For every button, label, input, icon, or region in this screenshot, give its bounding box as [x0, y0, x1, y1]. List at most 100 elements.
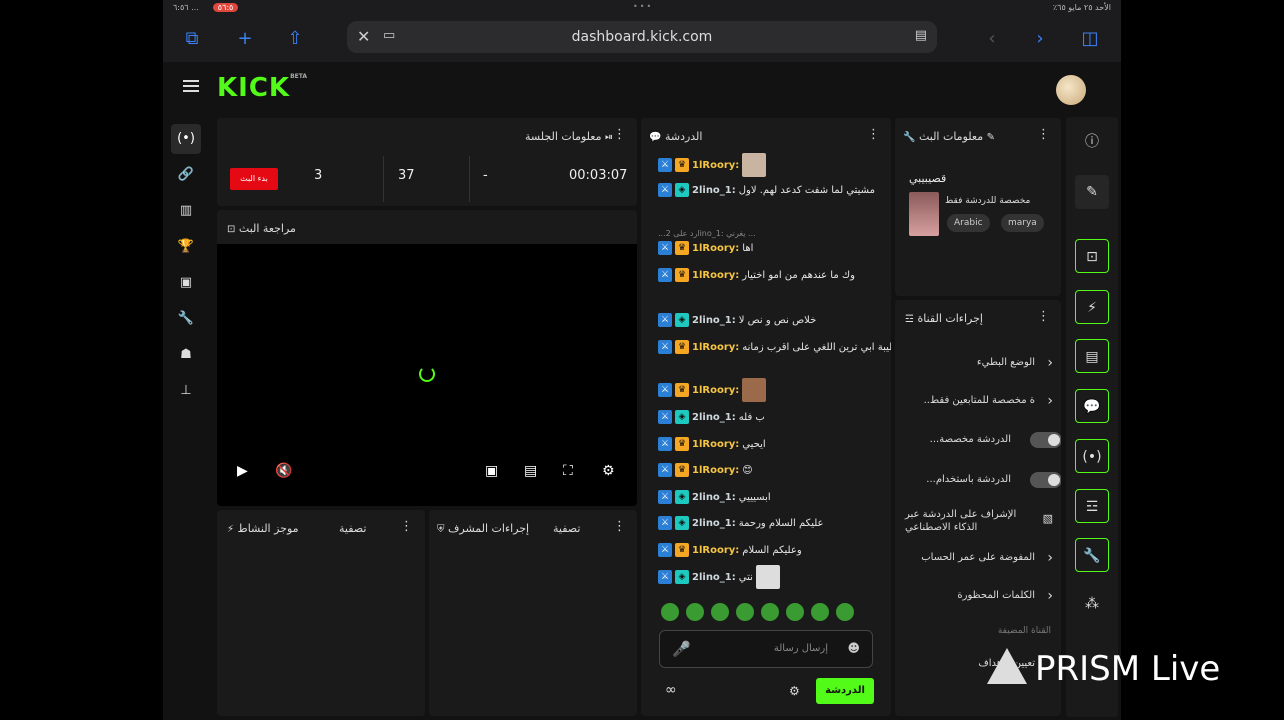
start-stream-button[interactable]: بدء البث [230, 168, 278, 190]
chat-message[interactable]: ⚔ ◈ 2lino_1: خلاص نص و نص لا [658, 309, 816, 331]
menu-icon[interactable] [183, 80, 199, 92]
tag[interactable]: Arabic [947, 214, 990, 232]
avatar[interactable] [1056, 75, 1086, 105]
chat-settings-icon[interactable]: ⚙ [789, 684, 800, 698]
chat-input[interactable]: 🎤 إرسال رسالة ☻ [659, 630, 873, 668]
emote-only-row[interactable]: ...الدردشة باستخدام [905, 472, 1061, 492]
chat-message[interactable]: ⚔ ♛ 1lRoory: ايحيي [658, 433, 766, 455]
chat-username[interactable]: 2lino_1: [692, 572, 736, 583]
emote-icon[interactable] [811, 603, 829, 621]
chat-message[interactable]: ⚔ ♛ 1lRoory: وك ما عندهم من امو اختيار [658, 264, 855, 286]
emote-icon[interactable] [661, 603, 679, 621]
sidebar-icon[interactable]: ◫ [1078, 27, 1102, 51]
ai-moderation-row[interactable]: الإشراف على الدردشة عبر الذكاء الاصطناعي… [905, 506, 1053, 538]
share-icon[interactable]: ⇧ [283, 27, 307, 51]
nav-media-icon[interactable]: ▣ [171, 268, 201, 298]
nav-community-icon[interactable]: ☗ [171, 340, 201, 370]
toggle-switch[interactable] [1030, 432, 1061, 448]
video-player[interactable]: ▶ 🔇 ▣ ▤ ⛶ ⚙ [217, 244, 637, 506]
account-age-row[interactable]: المفوضة على عمر الحساب › [905, 550, 1053, 570]
nav-trophy-icon[interactable]: 🏆 [171, 232, 201, 262]
emote-icon[interactable] [686, 603, 704, 621]
chat-message[interactable]: ⚔ ♛ 1lRoory: [658, 153, 767, 177]
chat-message[interactable]: ⚔♛1lRoory:يس طيبة ابي ترين اللغي على اقر… [658, 336, 891, 358]
more-widgets-icon[interactable]: ⁂ [1075, 587, 1109, 621]
preview-widget-icon[interactable]: ⊡ [1075, 239, 1109, 273]
nav-link-icon[interactable]: 🔗 [171, 160, 201, 190]
chat-username[interactable]: 1lRoory: [692, 270, 739, 281]
tag[interactable]: marya [1001, 214, 1044, 232]
subscribers-only-row[interactable]: ...الدردشة مخصصة [905, 432, 1061, 452]
broadcast-widget-icon[interactable]: (•) [1075, 439, 1109, 473]
stream-info-widget-icon[interactable]: 🔧 [1075, 538, 1109, 572]
forward-icon[interactable]: › [1028, 27, 1052, 51]
chat-message[interactable]: ⚔ ♛ 1lRoory: 😊 [658, 459, 753, 481]
multitask-dots[interactable]: ••• [633, 2, 653, 11]
chat-message[interactable]: ⚔ ◈ 2lino_1: نتي [658, 565, 780, 589]
kebab-icon[interactable]: ⋮ [1037, 309, 1050, 324]
chat-username[interactable]: 1lRoory: [692, 465, 739, 476]
chat-username[interactable]: 1lRoory: [692, 545, 739, 556]
emote-icon[interactable] [711, 603, 729, 621]
kebab-icon[interactable]: ⋮ [613, 519, 626, 534]
channel-actions-widget-icon[interactable]: ☲ [1075, 489, 1109, 523]
chat-username[interactable]: 1lRoory: [692, 342, 739, 353]
pip-icon[interactable]: ▣ [485, 463, 498, 479]
kick-logo[interactable]: KICKBETA [217, 73, 307, 103]
nav-upload-icon[interactable]: ⊥ [171, 376, 201, 406]
play-icon[interactable]: ▶ [237, 463, 248, 479]
chat-username[interactable]: 2lino_1: [692, 518, 736, 529]
tabs-overview-icon[interactable]: ⧉ [180, 27, 204, 51]
fullscreen-icon[interactable]: ⛶ [563, 463, 573, 479]
filter-button[interactable]: تصفية [339, 522, 366, 535]
kebab-icon[interactable]: ⋮ [613, 127, 626, 142]
activity-widget-icon[interactable]: ⚡ [1075, 290, 1109, 324]
settings-icon[interactable]: ⚙ [602, 463, 615, 479]
emote-icon[interactable] [836, 603, 854, 621]
nav-analytics-icon[interactable]: ▥ [171, 196, 201, 226]
address-bar[interactable]: ✕ ▭ dashboard.kick.com ▤ [347, 21, 937, 53]
chat-username[interactable]: 1lRoory: [692, 160, 739, 171]
theater-icon[interactable]: ▤ [524, 463, 537, 479]
nav-broadcast-icon[interactable]: (•) [171, 124, 201, 154]
emote-icon[interactable] [736, 603, 754, 621]
kebab-icon[interactable]: ⋮ [400, 519, 413, 534]
edit-icon[interactable]: ✎ [987, 132, 995, 143]
slow-mode-row[interactable]: الوضع البطيء › [905, 355, 1053, 375]
chat-username[interactable]: 2lino_1: [692, 412, 736, 423]
mod-widget-icon[interactable]: ▤ [1075, 339, 1109, 373]
chat-username[interactable]: 2lino_1: [692, 492, 736, 503]
chat-message[interactable]: ⚔ ◈ 2lino_1: ب فله [658, 406, 765, 428]
emote-icon[interactable] [786, 603, 804, 621]
chat-username[interactable]: 2lino_1: [692, 315, 736, 326]
banned-words-row[interactable]: الكلمات المحظورة › [905, 588, 1053, 608]
back-icon[interactable]: ‹ [980, 27, 1004, 51]
chat-username[interactable]: 1lRoory: [692, 243, 739, 254]
nav-wrench-icon[interactable]: 🔧 [171, 304, 201, 334]
chat-username[interactable]: 1lRoory: [692, 385, 739, 396]
kebab-icon[interactable]: ⋮ [867, 127, 880, 142]
info-icon[interactable]: ⓘ [1075, 125, 1109, 159]
chat-message[interactable]: ⚔ ◈ 2lino_1: مشيتي لما شفت كدعد لهم. لاول [658, 179, 875, 201]
kebab-icon[interactable]: ⋮ [1037, 127, 1050, 142]
emoji-icon[interactable]: ☻ [847, 641, 860, 655]
mute-icon[interactable]: 🔇 [275, 463, 292, 479]
chat-send-button[interactable]: الدردشة [816, 678, 874, 704]
followers-only-row[interactable]: ..ة مخصصة للمتابعين فقط › [905, 393, 1053, 413]
microphone-icon[interactable]: 🎤 [672, 640, 691, 658]
edit-icon[interactable]: ✎ [1075, 175, 1109, 209]
new-tab-icon[interactable]: + [233, 27, 257, 51]
chat-message[interactable]: ⚔ ◈ 2lino_1: ابسيييي [658, 486, 771, 508]
emote-icon[interactable] [761, 603, 779, 621]
footer-link-icon[interactable]: ∞ [665, 682, 677, 698]
chat-message[interactable]: ⚔ ◈ 2lino_1: عليكم السلام ورحمة [658, 512, 823, 534]
chat-message[interactable]: ⚔ ♛ 1lRoory: اها [658, 237, 753, 259]
toggle-switch[interactable] [1030, 472, 1061, 488]
filter-button[interactable]: تصفية [553, 522, 580, 535]
chat-widget-icon[interactable]: 💬 [1075, 389, 1109, 423]
chat-username[interactable]: 1lRoory: [692, 439, 739, 450]
chat-message[interactable]: ⚔ ♛ 1lRoory: وعليكم السلام [658, 539, 802, 561]
tab-icon[interactable]: ▤ [915, 28, 927, 43]
chat-message[interactable]: ⚔ ♛ 1lRoory: [658, 378, 767, 402]
chat-username[interactable]: 2lino_1: [692, 185, 736, 196]
